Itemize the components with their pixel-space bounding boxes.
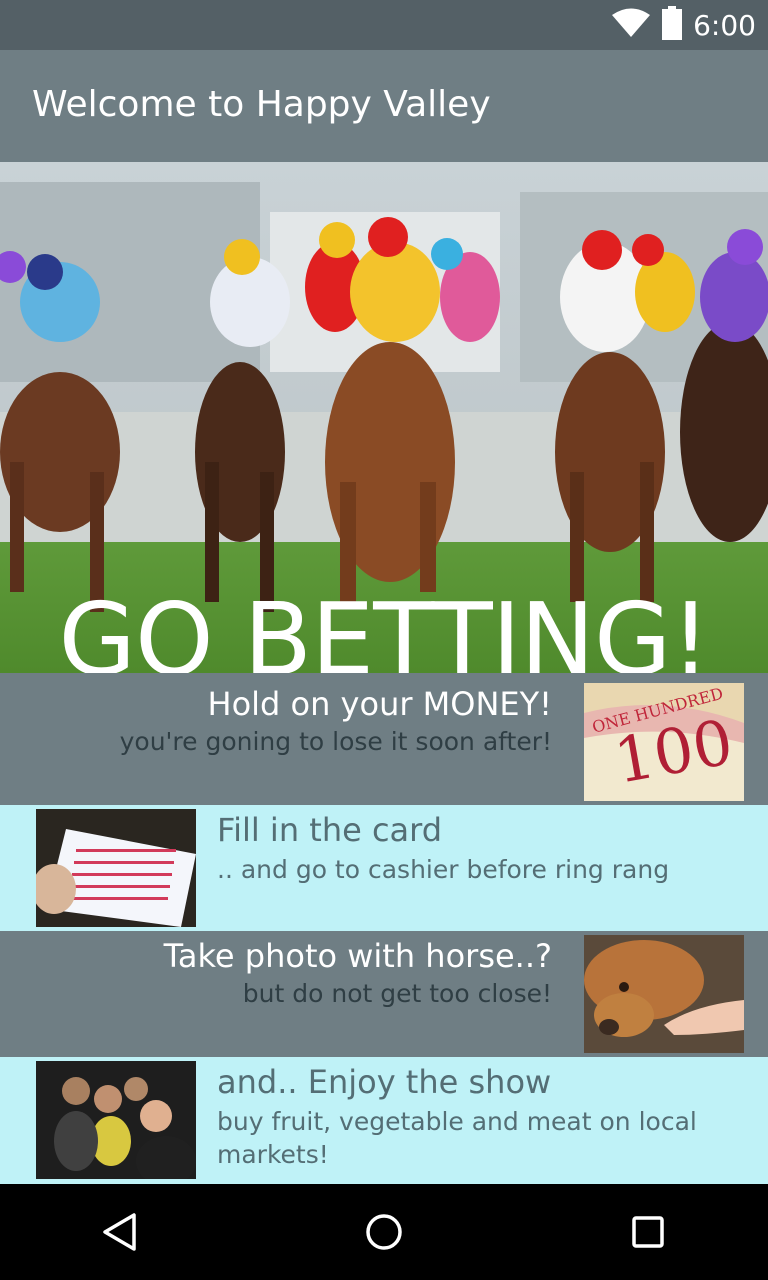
status-bar: 6:00	[0, 0, 768, 50]
deer-hand-photo	[584, 935, 744, 1053]
list-item-subtitle: you're goning to lose it soon after!	[119, 727, 552, 756]
list-item-subtitle: buy fruit, vegetable and meat on local m…	[217, 1107, 697, 1169]
list-item-subtitle: but do not get too close!	[242, 979, 552, 1008]
home-icon[interactable]	[360, 1208, 408, 1256]
cheering-crowd-photo	[36, 1061, 196, 1179]
betting-slip-photo	[36, 809, 196, 927]
battery-icon	[661, 5, 683, 45]
list-item[interactable]: Take photo with horse..? but do not get …	[0, 931, 768, 1057]
list-item[interactable]: Fill in the card .. and go to cashier be…	[0, 805, 768, 931]
back-icon[interactable]	[96, 1208, 144, 1256]
list-item-subtitle: .. and go to cashier before ring rang	[217, 855, 670, 884]
clock: 6:00	[693, 8, 756, 42]
list-item-title: and.. Enjoy the show	[217, 1063, 552, 1101]
recents-icon[interactable]	[624, 1208, 672, 1256]
navigation-bar	[0, 1184, 768, 1280]
list-item-title: Take photo with horse..?	[163, 937, 552, 975]
app-title: Welcome to Happy Valley	[32, 84, 491, 125]
list-item[interactable]: Hold on your MONEY! you're goning to los…	[0, 673, 768, 805]
hero-banner[interactable]: GO BETTING!	[0, 162, 768, 673]
list-item-title: Fill in the card	[217, 811, 443, 849]
app-bar: Welcome to Happy Valley	[0, 50, 768, 162]
wifi-icon	[611, 8, 651, 43]
banknote-100-photo: ONE HUNDRED 100	[584, 683, 744, 801]
list-item-title: Hold on your MONEY!	[207, 685, 553, 723]
hero-headline: GO BETTING!	[58, 581, 710, 674]
list-item[interactable]: and.. Enjoy the show buy fruit, vegetabl…	[0, 1057, 768, 1184]
